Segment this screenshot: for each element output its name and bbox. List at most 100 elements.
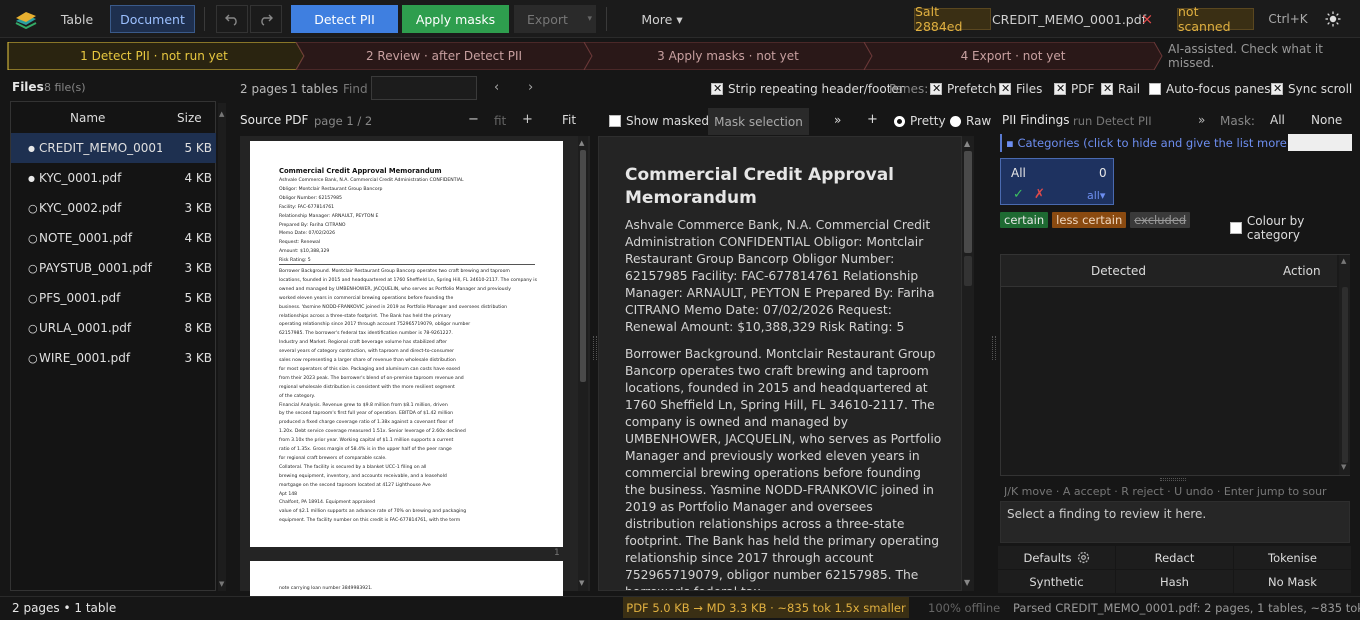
page-count: 2 pages — [240, 82, 288, 96]
step-apply-masks[interactable]: 3 Apply masks · not yet — [592, 42, 864, 70]
find-input[interactable] — [371, 76, 477, 100]
markdown-scroll-thumb-2[interactable] — [964, 256, 972, 286]
file-list-item[interactable]: ○ URLA_0001.pdf 8 KB — [11, 313, 216, 343]
zoom-in-button[interactable]: + — [522, 112, 533, 127]
strip-header-toggle[interactable]: Strip repeating header/footer — [711, 82, 904, 96]
file-size: 5 KB — [184, 141, 212, 155]
command-palette-shortcut[interactable]: Ctrl+K — [1266, 5, 1310, 33]
detect-pii-button[interactable]: Detect PII — [291, 5, 398, 33]
mask-none-button[interactable]: None — [1311, 113, 1342, 127]
undo-button[interactable] — [216, 5, 248, 33]
step-export[interactable]: 4 Export · not yet — [872, 42, 1154, 70]
colour-by-category-toggle[interactable]: Colour by category — [1230, 214, 1360, 242]
theme-toggle[interactable] — [1322, 5, 1344, 33]
pane-opt-files[interactable]: Files — [999, 82, 1042, 96]
file-list-item[interactable]: ○ KYC_0002.pdf 3 KB — [11, 193, 216, 223]
add-icon[interactable]: + — [867, 112, 878, 127]
category-filter-input[interactable] — [1288, 134, 1352, 151]
apply-masks-button[interactable]: Apply masks — [402, 5, 509, 33]
pane-resize-handle[interactable] — [593, 336, 597, 360]
tab-table[interactable]: Table — [52, 5, 102, 33]
file-status-icon: ○ — [28, 231, 38, 245]
row-resize-handle[interactable] — [1160, 478, 1186, 481]
radio-unselected-icon — [950, 115, 961, 127]
pane-opt-sync-scroll[interactable]: Sync scroll — [1271, 82, 1352, 96]
col-header-name[interactable]: Name — [70, 111, 105, 125]
file-status-icon: ○ — [28, 261, 38, 275]
find-prev-icon[interactable]: ‹ — [494, 80, 499, 95]
find-next-icon[interactable]: › — [528, 80, 533, 95]
file-list-item[interactable]: ○ PFS_0001.pdf 5 KB — [11, 283, 216, 313]
redact-button[interactable]: Redact — [1116, 546, 1233, 569]
accept-all-icon[interactable]: ✓ — [1013, 187, 1024, 202]
scroll-up-icon[interactable]: ▲ — [219, 110, 224, 118]
files-title: Files — [12, 80, 44, 94]
close-file-icon[interactable]: × — [1138, 5, 1156, 33]
pdf-title: Commercial Credit Approval Memorandum — [279, 167, 442, 175]
export-caret-icon[interactable]: ▾ — [587, 14, 592, 24]
mask-selection-button[interactable]: Mask selection — [708, 108, 809, 135]
collapse-icon[interactable]: » — [834, 113, 841, 127]
file-list-item[interactable]: ○ PAYSTUB_0001.pdf 3 KB — [11, 253, 216, 283]
markdown-viewport[interactable]: Commercial Credit Approval Memorandum As… — [598, 136, 962, 591]
scroll-down-icon[interactable]: ▼ — [579, 579, 584, 587]
more-menu[interactable]: More ▾ — [636, 5, 688, 33]
col-action[interactable]: Action — [1283, 264, 1321, 278]
col-detected[interactable]: Detected — [1091, 264, 1146, 278]
pane-opt-autofocus[interactable]: Auto-focus panes — [1149, 82, 1270, 96]
show-masked-label: Show masked — [626, 114, 710, 128]
step-review[interactable]: 2 Review · after Detect PII — [304, 42, 584, 70]
redo-button[interactable] — [250, 5, 282, 33]
pane-resize-handle[interactable] — [992, 336, 996, 360]
fit-button[interactable]: Fit — [562, 113, 576, 127]
file-list-item[interactable]: ○ NOTE_0001.pdf 4 KB — [11, 223, 216, 253]
file-size: 8 KB — [184, 321, 212, 335]
file-list-item[interactable]: ● CREDIT_MEMO_0001.pc 5 KB — [11, 133, 216, 163]
legend-less-certain: less certain — [1052, 212, 1127, 228]
mask-all-button[interactable]: All — [1270, 113, 1285, 127]
view-pretty-radio[interactable]: Pretty — [894, 114, 946, 128]
pdf-body-line: several years of category contraction, w… — [279, 349, 455, 355]
scroll-down-icon[interactable]: ▼ — [219, 580, 224, 588]
file-list-item[interactable]: ○ WIRE_0001.pdf 3 KB — [11, 343, 216, 373]
category-dropdown[interactable]: all▾ — [1087, 189, 1105, 202]
keyboard-shortcuts-hint: J/K move · A accept · R reject · U undo … — [1004, 485, 1327, 498]
synthetic-button[interactable]: Synthetic — [998, 570, 1115, 593]
pdf-header-line: Prepared By: Fariha CITRANO — [279, 222, 346, 228]
pdf-body-line: locations, founded in 2015 and headquart… — [279, 277, 537, 283]
col-header-size[interactable]: Size — [177, 111, 202, 125]
no-mask-button[interactable]: No Mask — [1234, 570, 1351, 593]
step-detect-pii[interactable]: 1 Detect PII · not run yet — [12, 42, 296, 70]
zoom-out-button[interactable]: − — [468, 112, 479, 127]
markdown-scroll-thumb[interactable] — [964, 151, 972, 253]
hash-button[interactable]: Hash — [1116, 570, 1233, 593]
fit-width-button[interactable]: fit — [494, 114, 506, 128]
reject-all-icon[interactable]: ✗ — [1034, 187, 1045, 202]
files-panel: Files 8 file(s) Name Size ▲ ▼ ● CREDIT_ME… — [0, 72, 228, 596]
files-scrollbar[interactable] — [218, 103, 226, 591]
findings-scroll-thumb[interactable] — [1342, 287, 1348, 463]
view-raw-radio[interactable]: Raw — [950, 114, 991, 128]
show-masked-toggle[interactable]: Show masked — [609, 114, 709, 128]
scroll-down-icon[interactable]: ▼ — [1341, 463, 1346, 471]
pane-opt-rail[interactable]: Rail — [1101, 82, 1140, 96]
scroll-up-icon[interactable]: ▲ — [579, 139, 584, 147]
pdf-header-line: Ashvale Commerce Bank, N.A. Commercial C… — [279, 178, 464, 183]
scroll-up-icon[interactable]: ▲ — [964, 139, 970, 148]
pane-opt-prefetch[interactable]: Prefetch — [930, 82, 997, 96]
categories-toggle[interactable]: ▪ Categories (click to hide and give the… — [1000, 134, 1325, 152]
file-size: 5 KB — [184, 291, 212, 305]
scroll-down-icon[interactable]: ▼ — [964, 578, 970, 587]
tab-document[interactable]: Document — [110, 5, 195, 33]
export-button[interactable]: Export ▾ — [514, 5, 596, 33]
pane-opt-pdf[interactable]: PDF — [1054, 82, 1094, 96]
scroll-up-icon[interactable]: ▲ — [1341, 257, 1346, 265]
pdf-scroll-thumb[interactable] — [580, 150, 586, 382]
file-list-item[interactable]: ● KYC_0001.pdf 4 KB — [11, 163, 216, 193]
collapse-icon[interactable]: » — [1198, 113, 1205, 127]
strip-checkbox[interactable] — [711, 82, 723, 95]
defaults-button[interactable]: Defaults — [998, 546, 1115, 569]
category-card-all[interactable]: All 0 ✓ ✗ all▾ — [1000, 158, 1114, 205]
tokenise-button[interactable]: Tokenise — [1234, 546, 1351, 569]
pii-hint: run Detect PII — [1073, 114, 1152, 128]
